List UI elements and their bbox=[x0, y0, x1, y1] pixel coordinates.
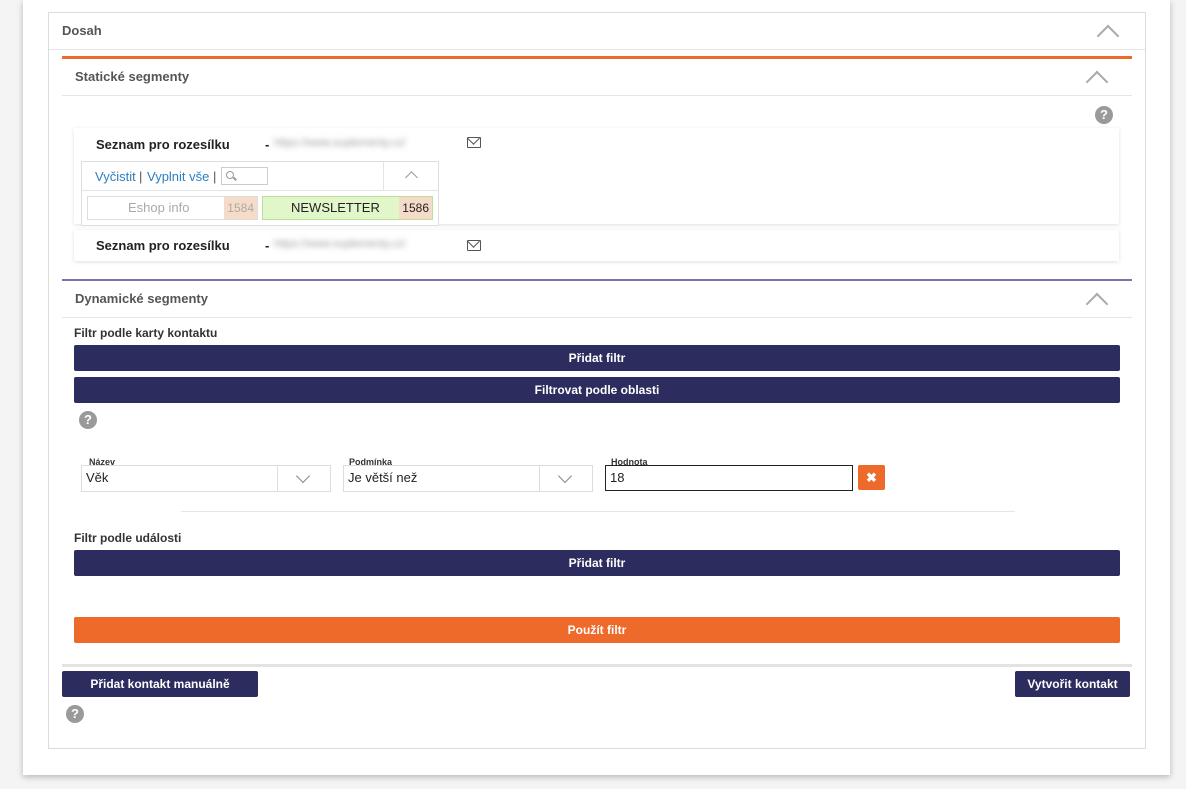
add-filter-button[interactable]: Přidat filtr bbox=[74, 345, 1120, 371]
mailing-list-url: https://www.suplementy.cz/ bbox=[274, 137, 406, 149]
mailing-list-name: Seznam pro rozesílku bbox=[96, 137, 230, 152]
dynamic-segments-header[interactable]: Dynamické segmenty bbox=[62, 281, 1132, 318]
segment-item-count: 1586 bbox=[399, 197, 432, 219]
envelope-open-icon[interactable] bbox=[467, 240, 481, 251]
mailing-list-name: Seznam pro rozesílku bbox=[96, 238, 230, 253]
chevron-up-icon[interactable] bbox=[1096, 24, 1120, 48]
condition-select-toggle[interactable] bbox=[539, 466, 592, 491]
name-select-toggle[interactable] bbox=[277, 466, 330, 491]
chevron-down-icon bbox=[295, 468, 311, 484]
segment-item-label: Eshop info bbox=[128, 200, 190, 215]
reach-panel: Dosah Statické segmenty ? Seznam pro roz… bbox=[48, 12, 1146, 749]
help-icon[interactable]: ? bbox=[1095, 106, 1113, 124]
page-container: Dosah Statické segmenty ? Seznam pro roz… bbox=[23, 0, 1170, 775]
help-icon[interactable]: ? bbox=[66, 705, 84, 723]
search-icon bbox=[226, 171, 234, 179]
toolbar-separator: | bbox=[139, 169, 143, 184]
footer-divider bbox=[62, 664, 1132, 667]
selector-toolbar: Vyčistit | Vyplnit vše | bbox=[82, 162, 438, 191]
chevron-down-icon bbox=[557, 468, 573, 484]
selector-search-input[interactable] bbox=[221, 167, 268, 185]
fill-all-link[interactable]: Vyplnit vše bbox=[147, 169, 209, 184]
chevron-up-icon bbox=[405, 171, 418, 184]
mailing-list-url: https://www.suplementy.cz/ bbox=[274, 238, 406, 250]
mailing-list-card: Seznam pro rozesílku - https://www.suple… bbox=[74, 128, 1119, 226]
reach-title: Dosah bbox=[62, 23, 102, 38]
selector-collapse-button[interactable] bbox=[383, 162, 439, 190]
name-select-value: Věk bbox=[86, 470, 109, 485]
contact-filter-label: Filtr podle karty kontaktu bbox=[74, 326, 218, 340]
chevron-up-icon[interactable] bbox=[1085, 292, 1109, 316]
mailing-list-dash: - bbox=[265, 137, 270, 152]
help-icon[interactable]: ? bbox=[79, 411, 97, 429]
segment-selector: Vyčistit | Vyplnit vše | Eshop info 1584 bbox=[81, 161, 439, 226]
reach-header[interactable]: Dosah bbox=[49, 13, 1145, 50]
filter-divider bbox=[181, 511, 1015, 512]
add-contact-manually-button[interactable]: Přidat kontakt manuálně bbox=[62, 671, 258, 697]
chevron-up-icon[interactable] bbox=[1085, 70, 1109, 94]
condition-select-value: Je větší než bbox=[348, 470, 418, 485]
filter-by-area-button[interactable]: Filtrovat podle oblasti bbox=[74, 377, 1120, 403]
condition-select[interactable]: Je větší než bbox=[343, 465, 593, 492]
create-contact-button[interactable]: Vytvořit kontakt bbox=[1015, 671, 1130, 697]
segment-item-eshop-info[interactable]: Eshop info 1584 bbox=[87, 196, 258, 220]
segment-item-newsletter[interactable]: NEWSLETTER 1586 bbox=[262, 196, 433, 220]
static-segments-header[interactable]: Statické segmenty bbox=[62, 59, 1132, 96]
segment-item-label: NEWSLETTER bbox=[291, 200, 380, 215]
value-input-text: 18 bbox=[610, 470, 625, 485]
name-select[interactable]: Věk bbox=[81, 465, 331, 492]
static-segments-title: Statické segmenty bbox=[75, 69, 190, 84]
apply-filter-button[interactable]: Použít filtr bbox=[74, 617, 1120, 643]
value-input[interactable]: 18 bbox=[605, 465, 853, 491]
clear-link[interactable]: Vyčistit bbox=[95, 169, 136, 184]
close-icon: ✖ bbox=[866, 470, 877, 485]
mailing-list-dash: - bbox=[265, 238, 270, 253]
segment-item-count: 1584 bbox=[224, 197, 257, 219]
remove-filter-button[interactable]: ✖ bbox=[858, 465, 885, 490]
mailing-list-card: Seznam pro rozesílku - https://www.suple… bbox=[74, 230, 1119, 261]
envelope-open-icon[interactable] bbox=[467, 137, 481, 148]
add-event-filter-button[interactable]: Přidat filtr bbox=[74, 550, 1120, 576]
toolbar-separator: | bbox=[213, 169, 217, 184]
dynamic-segments-title: Dynamické segmenty bbox=[75, 291, 208, 306]
event-filter-label: Filtr podle události bbox=[74, 531, 182, 545]
